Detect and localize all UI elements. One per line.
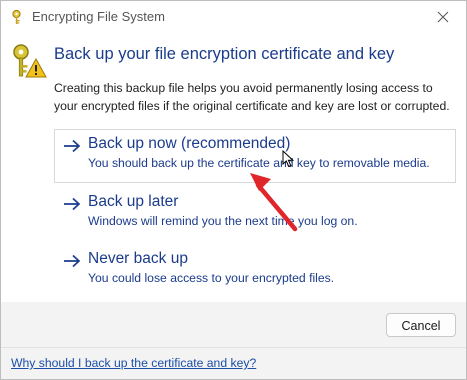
arrow-right-icon <box>64 254 81 268</box>
option-title: Back up later <box>88 193 179 210</box>
key-warning-icon <box>13 44 47 78</box>
option-never-back-up[interactable]: Never back up You could lose access to y… <box>54 244 456 298</box>
arrow-right-icon <box>64 139 81 153</box>
option-back-up-now[interactable]: Back up now (recommended) You should bac… <box>54 129 456 183</box>
dialog-content: Back up your file encryption certificate… <box>1 33 466 302</box>
dialog-description: Creating this backup file helps you avoi… <box>54 81 450 113</box>
dialog-heading: Back up your file encryption certificate… <box>54 45 395 63</box>
option-title: Never back up <box>88 250 188 267</box>
option-title: Back up now (recommended) <box>88 135 291 152</box>
efs-dialog: Encrypting File System Back up your file… <box>0 0 467 380</box>
title-bar: Encrypting File System <box>1 1 466 33</box>
footer-divider <box>1 347 466 348</box>
help-link[interactable]: Why should I back up the certificate and… <box>11 356 256 370</box>
close-button[interactable] <box>420 1 466 33</box>
arrow-right-icon <box>64 197 81 211</box>
option-subtitle: You could lose access to your encrypted … <box>88 271 335 285</box>
option-back-up-later[interactable]: Back up later Windows will remind you th… <box>54 187 456 241</box>
option-subtitle: You should back up the certificate and k… <box>88 156 430 170</box>
option-subtitle: Windows will remind you the next time yo… <box>88 214 358 228</box>
cancel-button[interactable]: Cancel <box>386 313 456 337</box>
mouse-cursor-icon <box>282 150 294 168</box>
window-title: Encrypting File System <box>32 9 165 24</box>
close-icon <box>437 11 449 23</box>
key-title-icon <box>12 9 21 24</box>
